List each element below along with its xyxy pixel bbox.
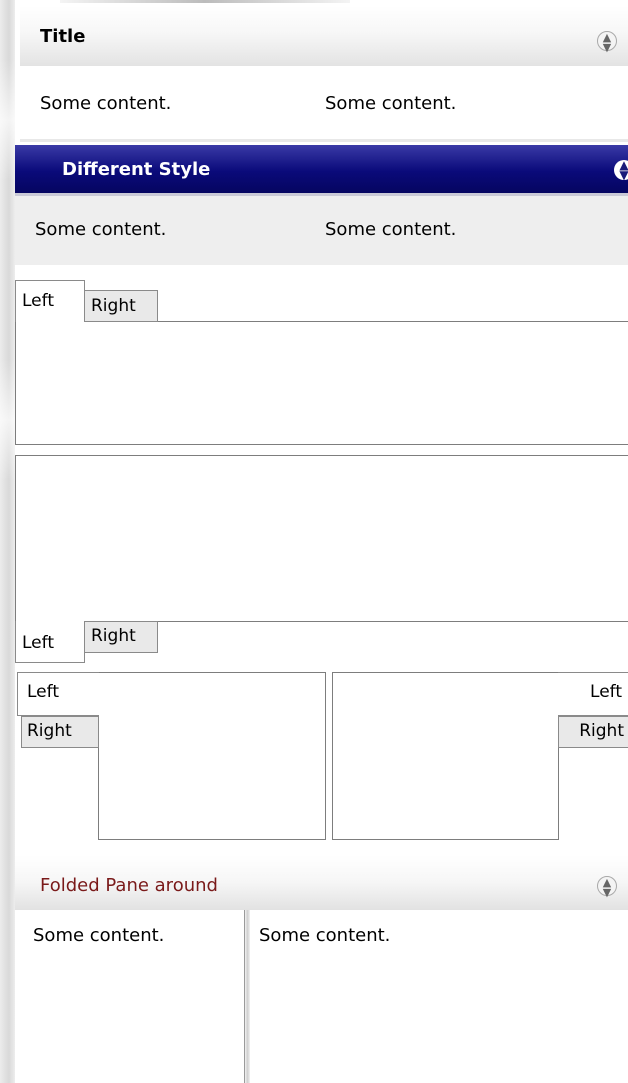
different-style-pane: Different Style ▲ ▼ Some content. Some co…	[15, 145, 628, 265]
different-style-title: Different Style	[62, 159, 211, 180]
titled-pane-title: Title	[40, 26, 86, 47]
titled-pane-header[interactable]: Title ▲ ▼	[20, 6, 628, 66]
pane-content-right: Some content.	[259, 925, 391, 946]
collapse-toggle-icon[interactable]: ▲ ▼	[597, 876, 617, 898]
tab-panel-top	[15, 321, 628, 445]
tab-right[interactable]: Right	[558, 716, 628, 748]
split-divider[interactable]	[244, 910, 250, 1083]
tab-right[interactable]: Right	[21, 716, 99, 748]
titled-pane: Title ▲ ▼ Some content. Some content.	[20, 6, 628, 142]
folded-pane: Folded Pane around ▲ ▼ Some content. Some…	[15, 855, 628, 1083]
folded-pane-title: Folded Pane around	[40, 875, 218, 896]
pane-content-left: Some content.	[35, 219, 167, 240]
tab-left[interactable]: Left	[15, 621, 85, 663]
window-edge	[0, 0, 15, 1083]
tab-panel-bottom	[15, 455, 628, 622]
top-decoration	[60, 0, 350, 3]
tab-right[interactable]: Right	[84, 621, 158, 653]
tab-left[interactable]: Left	[17, 672, 99, 716]
tab-right[interactable]: Right	[84, 290, 158, 322]
pane-content-left: Some content.	[33, 925, 165, 946]
pane-content-right: Some content.	[325, 219, 457, 240]
tab-panel-rightside	[332, 672, 559, 840]
collapse-toggle-icon[interactable]: ▲ ▼	[597, 31, 617, 53]
folded-pane-header[interactable]: Folded Pane around ▲ ▼	[15, 855, 628, 910]
pane-content-right: Some content.	[325, 93, 457, 114]
pane-content-left: Some content.	[40, 93, 172, 114]
tab-left[interactable]: Left	[15, 280, 85, 322]
tab-left[interactable]: Left	[558, 672, 628, 716]
different-style-header[interactable]: Different Style ▲ ▼	[15, 145, 628, 196]
tab-panel-leftside	[98, 672, 326, 840]
collapse-toggle-icon[interactable]: ▲ ▼	[614, 159, 628, 181]
